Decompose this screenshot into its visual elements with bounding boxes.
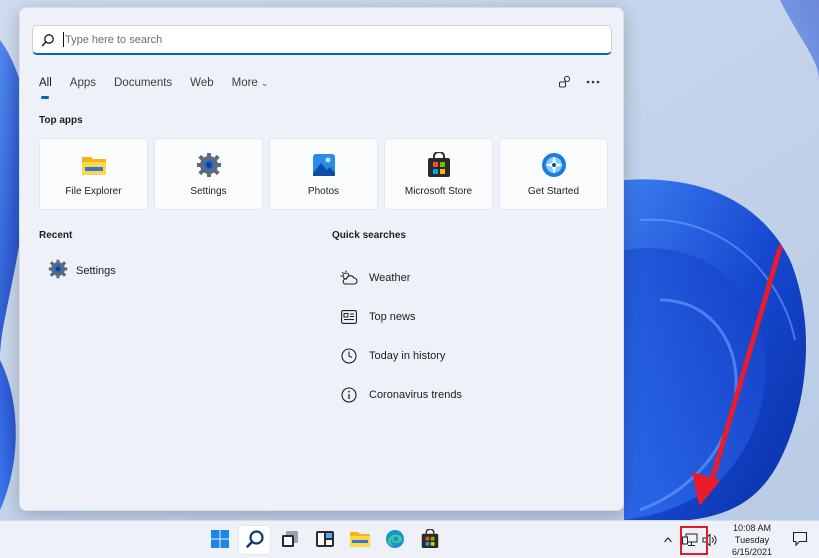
- tab-web[interactable]: Web: [190, 76, 213, 98]
- windows-logo-icon: [210, 529, 230, 552]
- notification-center-button[interactable]: [781, 521, 819, 558]
- more-options-icon[interactable]: [585, 74, 601, 90]
- quick-search-weather[interactable]: Weather: [340, 258, 462, 297]
- top-apps-list: File Explorer Settings Photos Microsoft …: [39, 138, 608, 210]
- start-button[interactable]: [204, 526, 235, 554]
- chevron-down-icon: ⌄: [260, 78, 269, 88]
- quick-search-top-news[interactable]: Top news: [340, 297, 462, 336]
- app-tile-microsoft-store[interactable]: Microsoft Store: [384, 138, 493, 210]
- get-started-icon: [541, 152, 567, 178]
- tray-highlight-box: [680, 526, 708, 555]
- widgets-button[interactable]: [309, 526, 340, 554]
- clock-date: 6/15/2021: [731, 547, 773, 557]
- edge-icon: [385, 529, 405, 552]
- settings-gear-icon: [196, 152, 222, 178]
- clock-icon: [340, 347, 358, 365]
- taskbar-search-button[interactable]: [239, 526, 270, 554]
- quick-searches-heading: Quick searches: [332, 230, 406, 241]
- search-filter-tabs: All Apps Documents Web More ⌄: [39, 76, 286, 99]
- app-tile-settings[interactable]: Settings: [154, 138, 263, 210]
- task-view-button[interactable]: [274, 526, 305, 554]
- feedback-icon[interactable]: [557, 74, 573, 90]
- tab-documents[interactable]: Documents: [114, 76, 172, 98]
- recent-item-settings[interactable]: Settings: [48, 259, 116, 282]
- app-tile-file-explorer[interactable]: File Explorer: [39, 138, 148, 210]
- tab-all[interactable]: All: [39, 76, 52, 99]
- quick-search-today-in-history[interactable]: Today in history: [340, 336, 462, 375]
- app-tile-get-started[interactable]: Get Started: [499, 138, 608, 210]
- file-explorer-icon: [81, 152, 107, 178]
- store-icon: [421, 528, 439, 552]
- notification-icon: [792, 531, 808, 550]
- taskbar-clock[interactable]: 10:08 AM Tuesday 6/15/2021: [723, 522, 781, 558]
- taskbar-apps: [204, 526, 445, 554]
- text-caret: [63, 32, 64, 47]
- search-icon: [245, 529, 265, 552]
- store-icon: [426, 152, 452, 178]
- search-panel: All Apps Documents Web More⌄ Top apps Fi…: [19, 7, 624, 511]
- news-icon: [340, 308, 358, 326]
- top-apps-heading: Top apps: [39, 115, 83, 126]
- taskbar-store-button[interactable]: [414, 526, 445, 554]
- search-input[interactable]: [65, 26, 611, 53]
- app-tile-photos[interactable]: Photos: [269, 138, 378, 210]
- clock-time: 10:08 AM: [732, 523, 772, 533]
- panel-options: [557, 74, 601, 90]
- file-explorer-icon: [349, 530, 371, 551]
- task-view-icon: [281, 530, 299, 551]
- quick-search-coronavirus-trends[interactable]: Coronavirus trends: [340, 375, 462, 414]
- search-icon: [33, 26, 63, 54]
- photos-icon: [311, 152, 337, 178]
- chevron-up-icon[interactable]: [659, 530, 677, 550]
- taskbar-file-explorer-button[interactable]: [344, 526, 375, 554]
- tab-apps[interactable]: Apps: [70, 76, 96, 98]
- recent-heading: Recent: [39, 230, 73, 241]
- search-box[interactable]: [32, 25, 612, 55]
- quick-searches-list: Weather Top news Today in history Corona…: [340, 258, 462, 414]
- weather-icon: [340, 269, 358, 287]
- settings-gear-icon: [48, 259, 68, 282]
- tab-more[interactable]: More ⌄: [232, 76, 269, 98]
- clock-day: Tuesday: [734, 535, 770, 545]
- info-icon: [340, 386, 358, 404]
- edge-browser-button[interactable]: [379, 526, 410, 554]
- widgets-icon: [315, 530, 335, 551]
